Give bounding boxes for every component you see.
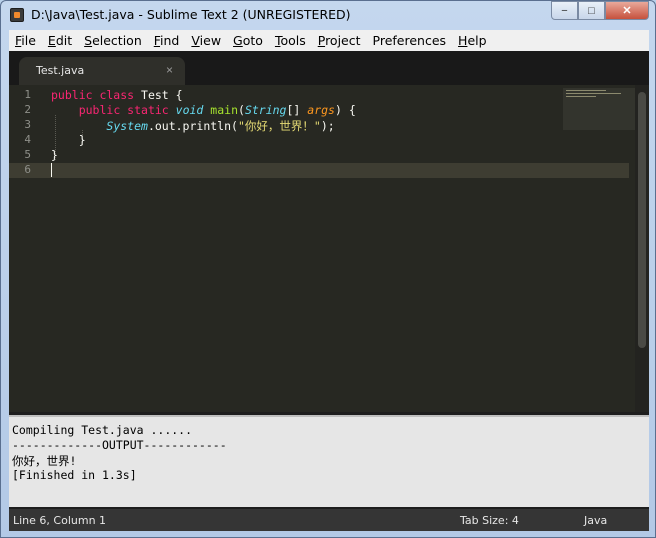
- code-line: }: [51, 133, 86, 148]
- line-number: 1: [24, 88, 31, 101]
- code-token: main: [210, 103, 238, 117]
- menu-accelerator: V: [191, 33, 200, 48]
- menu-bar: File Edit Selection Find View Goto Tools Projec…: [9, 30, 649, 51]
- vertical-scrollbar[interactable]: [635, 85, 649, 412]
- console-line: 你好，世界!: [12, 454, 77, 468]
- tab-label: Test.java: [36, 64, 85, 77]
- menu-accelerator: G: [233, 33, 243, 48]
- menu-file[interactable]: File: [9, 33, 42, 48]
- line-number-gutter: 1 2 3 4 5 6: [9, 85, 43, 412]
- menu-accelerator: P: [317, 33, 326, 48]
- menu-label: ile: [21, 33, 36, 48]
- code-editor[interactable]: 1 2 3 4 5 6 public class Test { public static…: [9, 85, 649, 412]
- code-token: (: [238, 103, 245, 117]
- syntax-indicator[interactable]: Java: [584, 514, 607, 527]
- maximize-button[interactable]: □: [578, 1, 605, 20]
- code-token: []: [286, 103, 308, 117]
- code-token: }: [51, 133, 86, 147]
- code-token: String: [244, 103, 287, 117]
- line-number: 5: [24, 148, 31, 161]
- menu-accelerator: E: [47, 33, 56, 48]
- menu-goto[interactable]: Goto: [227, 33, 269, 48]
- editor-frame: Test.java × 1 2 3 4 5 6 public class Test { p…: [9, 51, 649, 531]
- window-title: D:\Java\Test.java - Sublime Text 2 (UNRE…: [31, 7, 351, 22]
- cursor-position: Line 6, Column 1: [13, 514, 107, 527]
- code-token: ) {: [334, 103, 356, 117]
- sublime-app-icon: [10, 8, 24, 22]
- tab-test-java[interactable]: Test.java ×: [19, 57, 185, 85]
- code-line: public class Test {: [51, 88, 183, 103]
- code-line: public static void main(String[] args) {: [51, 103, 356, 118]
- line-number: 3: [24, 118, 31, 131]
- code-line: }: [51, 148, 58, 163]
- build-output-panel: Compiling Test.java ...... -------------O…: [9, 415, 649, 507]
- menu-label: roject: [325, 33, 361, 48]
- minimap[interactable]: [563, 88, 635, 130]
- line-number: 4: [24, 133, 31, 146]
- menu-help[interactable]: Help: [452, 33, 493, 48]
- code-token: "你好，世界！": [237, 119, 321, 133]
- code-token: Test {: [134, 88, 183, 102]
- code-token: args: [307, 103, 335, 117]
- tab-close-icon[interactable]: ×: [166, 63, 173, 77]
- code-token: .out.println(: [147, 119, 238, 133]
- tab-size-indicator[interactable]: Tab Size: 4: [460, 514, 519, 527]
- console-line: -------------OUTPUT------------: [12, 438, 227, 452]
- code-token: void: [175, 103, 204, 117]
- code-token: public static: [78, 103, 169, 117]
- menu-accelerator: S: [84, 33, 93, 48]
- tab-bar: Test.java ×: [9, 51, 649, 85]
- status-bar: Line 6, Column 1 Tab Size: 4 Java: [9, 509, 649, 531]
- menu-label: ools: [280, 33, 306, 48]
- menu-view[interactable]: View: [185, 33, 227, 48]
- menu-label: iew: [199, 33, 222, 48]
- menu-label: dit: [55, 33, 73, 48]
- menu-label: Preferences: [372, 33, 447, 48]
- console-line: Compiling Test.java ......: [12, 423, 193, 437]
- code-line: System.out.println("你好，世界！");: [51, 118, 335, 133]
- code-token: public class: [51, 88, 135, 102]
- menu-label: elp: [467, 33, 487, 48]
- menu-tools[interactable]: Tools: [269, 33, 312, 48]
- menu-preferences[interactable]: Preferences: [367, 33, 453, 48]
- text-cursor: [51, 163, 52, 177]
- menu-label: ind: [160, 33, 180, 48]
- app-window: D:\Java\Test.java - Sublime Text 2 (UNRE…: [0, 0, 656, 538]
- menu-label: oto: [242, 33, 263, 48]
- current-line-highlight: [9, 163, 629, 178]
- menu-project[interactable]: Project: [312, 33, 367, 48]
- window-controls: − □ ✕: [551, 1, 649, 21]
- line-number: 2: [24, 103, 31, 116]
- minimize-button[interactable]: −: [551, 1, 578, 20]
- console-line: [Finished in 1.3s]: [12, 468, 137, 482]
- scrollbar-thumb[interactable]: [638, 92, 646, 348]
- close-button[interactable]: ✕: [605, 1, 649, 20]
- menu-find[interactable]: Find: [148, 33, 186, 48]
- title-bar[interactable]: D:\Java\Test.java - Sublime Text 2 (UNRE…: [1, 1, 655, 29]
- menu-selection[interactable]: Selection: [78, 33, 148, 48]
- menu-edit[interactable]: Edit: [42, 33, 78, 48]
- code-token: }: [51, 148, 58, 162]
- menu-label: election: [92, 33, 142, 48]
- line-number: 6: [24, 163, 31, 176]
- code-token: System: [106, 119, 148, 133]
- code-token: );: [320, 119, 335, 133]
